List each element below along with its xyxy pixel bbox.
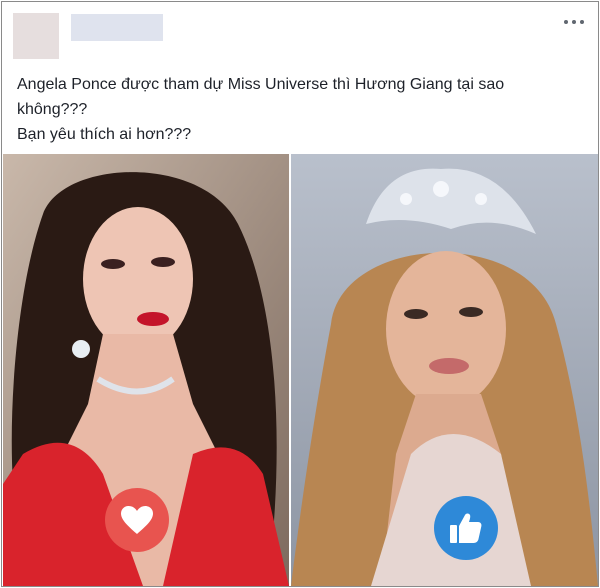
author-name-blurred[interactable]: [71, 14, 163, 41]
love-reaction-button[interactable]: [105, 488, 169, 552]
caption-line: Angela Ponce được tham dự Miss Universe …: [17, 76, 505, 93]
thumbs-up-icon: [450, 513, 482, 543]
caption-line: Bạn yêu thích ai hơn???: [17, 126, 192, 143]
more-options-icon[interactable]: [564, 18, 584, 26]
post-caption: Angela Ponce được tham dự Miss Universe …: [17, 72, 577, 147]
avatar[interactable]: [13, 13, 59, 59]
facebook-post: Angela Ponce được tham dự Miss Universe …: [1, 1, 599, 587]
like-reaction-button[interactable]: [434, 496, 498, 560]
heart-icon: [121, 506, 153, 534]
caption-line: không???: [17, 101, 88, 118]
